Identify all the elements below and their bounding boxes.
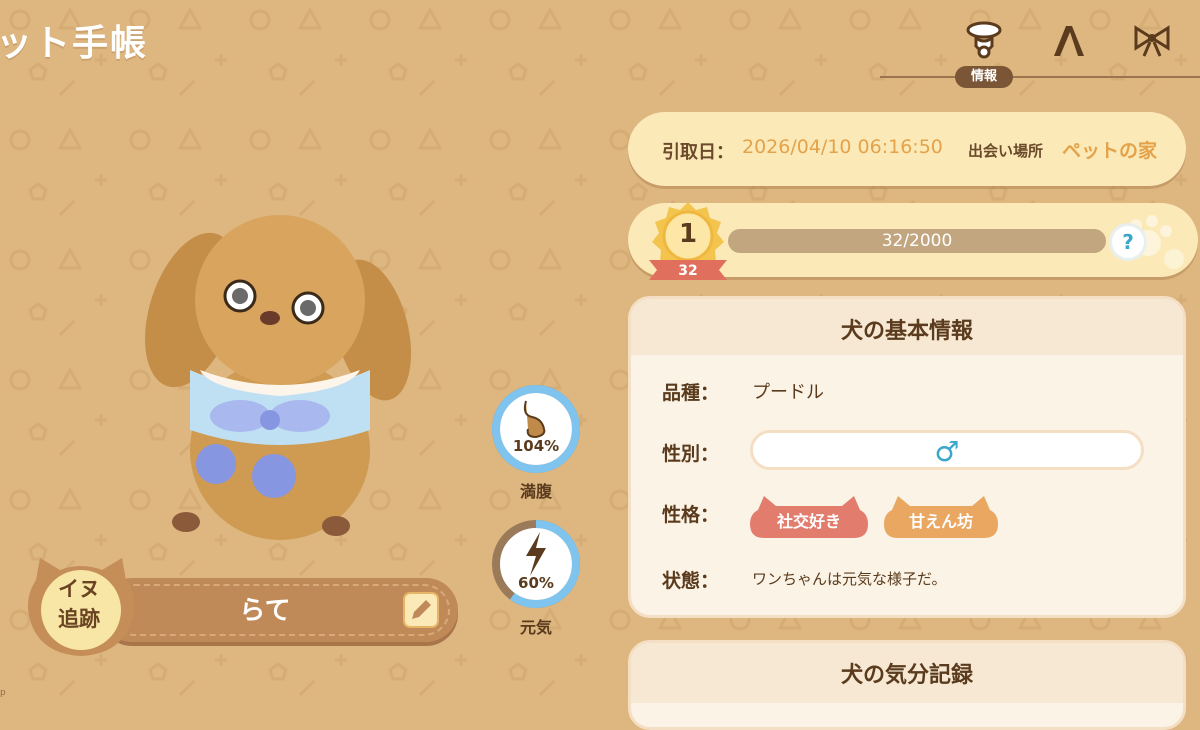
tab-accessory[interactable] [1130, 18, 1174, 62]
pet-dog-image[interactable] [140, 210, 420, 560]
trait-label: 甘えん坊 [908, 512, 973, 531]
ribbon-bow-icon [1134, 25, 1170, 57]
track-label-line1: イヌ [58, 577, 100, 601]
pet-name: らて [239, 596, 291, 626]
male-symbol-icon: ♂ [934, 435, 960, 468]
tab-underline [880, 76, 1200, 78]
comb-icon [1054, 26, 1084, 56]
trait-tag: 社交好き [750, 496, 868, 538]
level-number: 1 [678, 219, 698, 249]
page-title: ット手帳 [0, 23, 149, 64]
help-button[interactable]: ? [1112, 226, 1144, 258]
fullness-percent: 104% [512, 437, 560, 455]
mood-record-card[interactable]: 犬の気分記録 [628, 640, 1186, 730]
place-value: ペットの家 [1062, 140, 1158, 162]
track-label-line2: 追跡 [58, 607, 100, 631]
place-label: 出会い場所 [968, 142, 1044, 160]
breed-label: 品種： [662, 382, 720, 404]
edit-name-button[interactable] [402, 591, 440, 629]
energy-percent: 60% [518, 574, 554, 592]
basic-info-title: 犬の基本情報 [840, 319, 973, 344]
mood-record-title: 犬の気分記録 [840, 663, 973, 688]
gender-label: 性別： [662, 443, 720, 465]
energy-gauge [492, 520, 580, 608]
status-value: ワンちゃんは元気な様子だ。 [752, 570, 947, 588]
tab-info[interactable] [962, 18, 1006, 62]
level-ribbon-text: 32 [678, 263, 698, 279]
gender-field: ♂ [750, 430, 1144, 470]
tab-info-label[interactable]: 情報 [955, 66, 1013, 88]
fullness-gauge [492, 385, 580, 473]
energy-label: 元気 [519, 618, 552, 637]
date-label: 引取日： [662, 142, 734, 163]
status-label: 状態： [662, 570, 720, 592]
collar-tag-icon [966, 21, 1002, 59]
adoption-card: 引取日： 2026/04/10 06:16:50 出会い場所 ペットの家 [628, 112, 1186, 186]
trait-label: 社交好き [776, 512, 841, 531]
breed-value: プードル [752, 382, 824, 403]
corner-text: p [0, 688, 6, 698]
track-label[interactable]: イヌ 追跡 [36, 574, 122, 634]
personality-label: 性格： [662, 504, 720, 526]
trait-tag: 甘えん坊 [884, 496, 998, 538]
fullness-label: 満腹 [519, 482, 552, 501]
tab-style[interactable] [1046, 18, 1090, 62]
date-value: 2026/04/10 06:16:50 [742, 136, 943, 158]
exp-text: 32/2000 [881, 231, 953, 251]
